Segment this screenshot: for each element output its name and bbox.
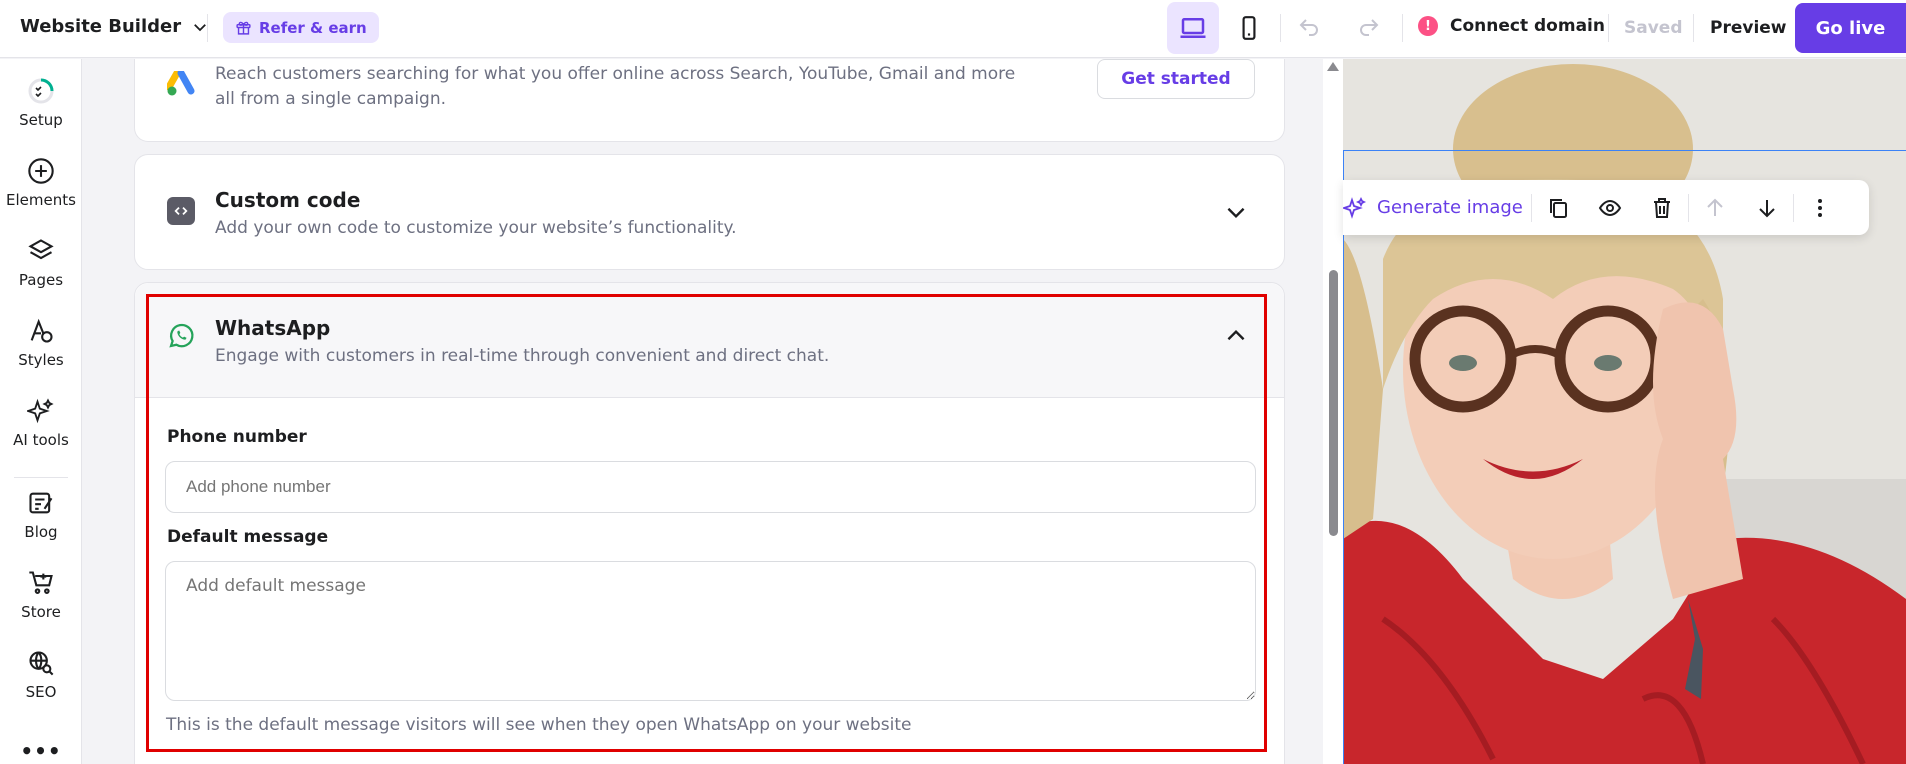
generate-image-label: Generate image: [1377, 197, 1523, 218]
sidebar-item-label: Pages: [18, 271, 64, 289]
whatsapp-icon: [169, 323, 194, 348]
move-down-button[interactable]: [1741, 188, 1793, 228]
app-switcher[interactable]: Website Builder: [20, 16, 209, 37]
default-message-label: Default message: [167, 527, 329, 547]
chevron-up-icon[interactable]: [1223, 323, 1249, 349]
custom-code-description: Add your own code to customize your webs…: [215, 218, 737, 238]
google-ads-icon: [167, 71, 195, 96]
redo-icon: [1360, 19, 1379, 36]
custom-code-card[interactable]: Custom code Add your own code to customi…: [134, 154, 1285, 270]
sidebar-item-blog[interactable]: Blog: [0, 489, 82, 541]
sidebar-item-styles[interactable]: Styles: [0, 317, 82, 369]
sidebar-item-label: Blog: [24, 523, 58, 541]
phone-number-input[interactable]: [165, 461, 1256, 513]
divider: [207, 14, 208, 42]
custom-code-title: Custom code: [215, 188, 361, 212]
sidebar-item-seo[interactable]: SEO: [0, 649, 82, 701]
default-message-textarea[interactable]: [165, 561, 1256, 701]
sidebar-item-label: Styles: [18, 351, 64, 369]
sidebar-item-label: SEO: [25, 683, 57, 701]
sidebar-more-button[interactable]: •••: [0, 739, 82, 763]
more-vertical-icon: [1818, 198, 1822, 217]
chevron-down-icon[interactable]: [1223, 199, 1249, 225]
styles-icon: [30, 318, 53, 343]
sidebar-item-label: Setup: [19, 111, 63, 129]
preview-button[interactable]: Preview: [1710, 18, 1787, 38]
layers-icon: [28, 239, 54, 260]
left-sidebar: Setup Elements Pages Styles AI tools Blo…: [0, 59, 82, 764]
divider: [1402, 14, 1403, 42]
default-message-help: This is the default message visitors wil…: [166, 715, 912, 735]
whatsapp-header[interactable]: WhatsApp Engage with customers in real-t…: [135, 283, 1284, 398]
sidebar-item-label: Elements: [6, 191, 76, 209]
app-title: Website Builder: [20, 16, 182, 37]
whatsapp-card: WhatsApp Engage with customers in real-t…: [134, 282, 1285, 764]
divider: [1280, 14, 1281, 42]
generate-image-button[interactable]: Generate image: [1343, 196, 1531, 220]
saved-status: Saved: [1624, 18, 1683, 38]
alert-icon: !: [1418, 16, 1438, 36]
connect-domain-button[interactable]: ! Connect domain: [1418, 16, 1605, 36]
whatsapp-description: Engage with customers in real-time throu…: [215, 346, 830, 366]
arrow-down-icon: [1759, 199, 1775, 217]
trash-icon: [1654, 197, 1670, 218]
top-bar: Website Builder Refer & earn ! Connect d…: [0, 0, 1906, 58]
sidebar-item-pages[interactable]: Pages: [0, 237, 82, 289]
sidebar-item-label: AI tools: [13, 431, 69, 449]
cart-icon: [29, 571, 53, 594]
refer-label: Refer & earn: [259, 18, 367, 37]
divider: [14, 477, 68, 478]
move-up-button[interactable]: [1689, 188, 1741, 228]
sidebar-item-ai-tools[interactable]: AI tools: [0, 397, 82, 449]
delete-button[interactable]: [1636, 188, 1688, 228]
refer-and-earn-button[interactable]: Refer & earn: [223, 12, 379, 43]
scroll-up-arrow[interactable]: [1327, 62, 1339, 71]
sidebar-item-elements[interactable]: Elements: [0, 157, 82, 209]
undo-icon: [1299, 19, 1318, 36]
eye-icon: [1598, 199, 1622, 216]
copy-icon: [1550, 198, 1567, 218]
image-toolbar: Generate image: [1343, 180, 1869, 235]
google-ads-description: Reach customers searching for what you o…: [215, 64, 1016, 109]
mobile-view-button[interactable]: [1223, 2, 1275, 54]
scrollbar-thumb[interactable]: [1329, 270, 1338, 536]
more-options-button[interactable]: [1794, 188, 1846, 228]
code-icon: [167, 197, 195, 225]
undo-button[interactable]: [1295, 14, 1323, 42]
get-started-button[interactable]: Get started: [1097, 59, 1255, 99]
desktop-view-button[interactable]: [1167, 2, 1219, 54]
laptop-icon: [1180, 18, 1206, 38]
sidebar-item-setup[interactable]: Setup: [0, 77, 82, 129]
seo-globe-icon: [29, 651, 54, 676]
arrow-up-icon: [1707, 198, 1723, 216]
redo-button[interactable]: [1355, 14, 1383, 42]
sparkles-icon: [27, 398, 54, 424]
divider: [1608, 14, 1609, 42]
divider: [1693, 14, 1694, 42]
image-selection-outline: [1343, 150, 1906, 764]
gift-icon: [236, 21, 251, 35]
setup-progress-icon: [28, 78, 54, 104]
whatsapp-title: WhatsApp: [215, 316, 331, 340]
blog-icon: [29, 492, 53, 514]
add-circle-icon: [28, 158, 54, 184]
duplicate-button[interactable]: [1532, 188, 1584, 228]
sidebar-item-label: Store: [21, 603, 61, 621]
sidebar-item-store[interactable]: Store: [0, 569, 82, 621]
go-live-button[interactable]: Go live: [1795, 3, 1906, 53]
visibility-button[interactable]: [1584, 188, 1636, 228]
phone-number-label: Phone number: [167, 427, 307, 447]
sparkles-icon: [1343, 196, 1367, 219]
connect-domain-label: Connect domain: [1450, 16, 1605, 36]
phone-icon: [1242, 16, 1256, 40]
integrations-panel: Reach customers searching for what you o…: [83, 59, 1323, 764]
google-ads-card: Reach customers searching for what you o…: [134, 59, 1285, 142]
